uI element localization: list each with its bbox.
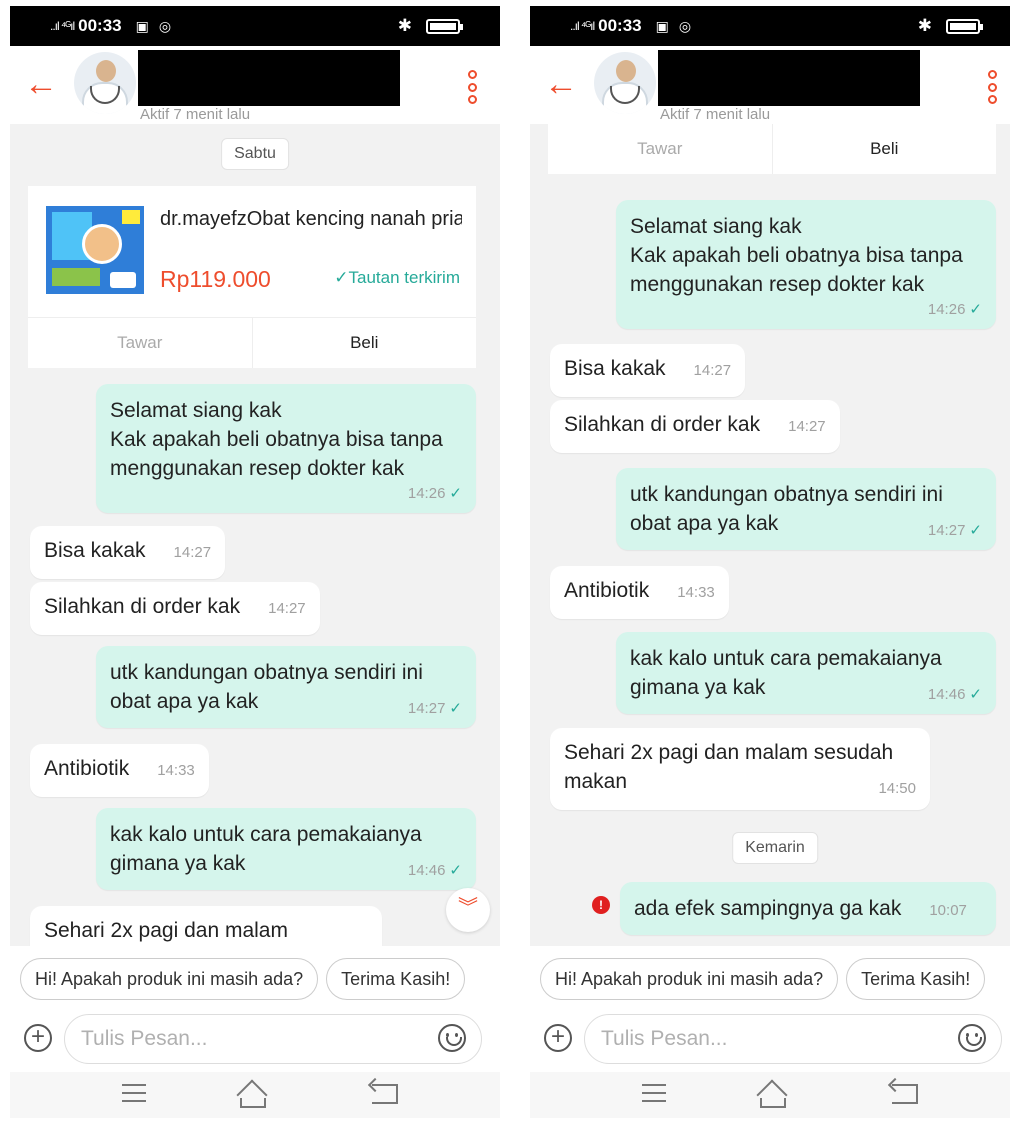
- signal-icon: ..ıl ⁴ᴳıl: [570, 19, 595, 33]
- message-bubble-incoming[interactable]: Bisa kakak 14:27: [550, 344, 746, 397]
- checkmark-icon: ✓: [449, 485, 462, 502]
- notification-icon: ▣: [655, 17, 669, 34]
- plus-circle-icon: +: [30, 1023, 45, 1050]
- buy-button[interactable]: Beli: [773, 124, 997, 174]
- quick-reply-chip[interactable]: Hi! Apakah produk ini masih ada?: [20, 958, 319, 1000]
- sync-icon: ◎: [678, 17, 692, 34]
- message-bubble-outgoing[interactable]: Selamat siang kak Kak apakah beli obatny…: [96, 384, 476, 513]
- add-attachment-button[interactable]: +: [24, 1024, 52, 1052]
- quick-reply-chip[interactable]: Hi! Apakah produk ini masih ada?: [540, 958, 839, 1000]
- message-bubble-incoming[interactable]: Sehari 2x pagi dan malam sesudah makan: [30, 906, 382, 946]
- back-nav-icon[interactable]: [892, 1084, 918, 1104]
- message-bubble-outgoing[interactable]: kak kalo untuk cara pemakaianya gimana y…: [96, 808, 476, 890]
- message-bubble-outgoing[interactable]: Selamat siang kak Kak apakah beli obatny…: [616, 200, 996, 329]
- avatar[interactable]: [594, 52, 656, 114]
- menu-icon[interactable]: [122, 1084, 146, 1102]
- plus-circle-icon: +: [550, 1023, 565, 1050]
- checkmark-icon: ✓: [969, 686, 982, 703]
- product-price: Rp119.000: [160, 266, 271, 292]
- message-bubble-incoming[interactable]: Bisa kakak 14:27: [30, 526, 226, 579]
- message-bubble-outgoing-failed[interactable]: ada efek sampingnya ga kak 10:07: [620, 882, 996, 935]
- contact-status: Aktif 7 menit lalu: [140, 106, 251, 122]
- chat-screen-right: ..ıl ⁴ᴳıl 00:33 ▣ ◎ ✱ ← Aktif 7 menit la…: [530, 6, 1010, 1118]
- message-composer: +: [530, 1012, 1010, 1072]
- message-input[interactable]: [64, 1014, 482, 1064]
- message-bubble-outgoing[interactable]: utk kandungan obatnya sendiri ini obat a…: [616, 468, 996, 550]
- status-time: 00:33: [78, 16, 122, 35]
- message-input[interactable]: [584, 1014, 1002, 1064]
- home-icon[interactable]: [756, 1079, 790, 1111]
- date-separator: Kemarin: [732, 832, 818, 864]
- message-composer: +: [10, 1012, 500, 1072]
- message-list[interactable]: Tawar Beli Selamat siang kak Kak apakah …: [530, 124, 1010, 946]
- signal-icon: ..ıl ⁴ᴳıl: [50, 19, 75, 33]
- scroll-to-bottom-button[interactable]: ︾: [446, 888, 490, 932]
- offer-button[interactable]: Tawar: [28, 318, 253, 368]
- vertical-dots-icon: [468, 70, 477, 79]
- message-bubble-incoming[interactable]: Silahkan di order kak 14:27: [30, 582, 320, 635]
- checkmark-icon: ✓: [449, 862, 462, 879]
- more-options-button[interactable]: [988, 70, 1000, 104]
- notification-icon: ▣: [135, 17, 149, 34]
- checkmark-icon: ✓: [969, 522, 982, 539]
- system-nav-bar: [10, 1072, 500, 1118]
- back-button[interactable]: ←: [544, 65, 580, 104]
- product-name[interactable]: dr.mayefzObat kencing nanah pria...: [160, 208, 462, 231]
- battery-icon: [946, 18, 983, 34]
- left-arrow-icon: ←: [544, 65, 578, 103]
- send-failed-icon[interactable]: !: [592, 896, 610, 914]
- back-nav-icon[interactable]: [372, 1084, 398, 1104]
- left-arrow-icon: ←: [24, 65, 58, 103]
- quick-replies-bar: Hi! Apakah produk ini masih ada? Terima K…: [530, 946, 1010, 1012]
- more-options-button[interactable]: [468, 70, 480, 104]
- redacted-contact-name: [138, 50, 400, 106]
- smiley-icon[interactable]: [438, 1024, 466, 1052]
- home-icon[interactable]: [236, 1079, 270, 1111]
- menu-icon[interactable]: [642, 1084, 666, 1102]
- redacted-contact-name: [658, 50, 920, 106]
- double-chevron-down-icon: ︾: [458, 897, 478, 919]
- chat-header: ← Aktif 7 menit lalu: [530, 46, 1010, 124]
- smiley-icon[interactable]: [958, 1024, 986, 1052]
- message-bubble-incoming[interactable]: Antibiotik 14:33: [30, 744, 209, 797]
- checkmark-icon: ✓: [969, 301, 982, 318]
- date-separator: Sabtu: [221, 138, 289, 170]
- message-bubble-incoming[interactable]: Silahkan di order kak 14:27: [550, 400, 840, 453]
- message-bubble-outgoing[interactable]: utk kandungan obatnya sendiri ini obat a…: [96, 646, 476, 728]
- status-time: 00:33: [598, 16, 642, 35]
- message-bubble-incoming[interactable]: Antibiotik 14:33: [550, 566, 729, 619]
- message-bubble-outgoing[interactable]: kak kalo untuk cara pemakaianya gimana y…: [616, 632, 996, 714]
- bluetooth-icon: ✱: [397, 16, 412, 35]
- offer-button[interactable]: Tawar: [548, 124, 773, 174]
- sync-icon: ◎: [158, 17, 172, 34]
- bluetooth-icon: ✱: [917, 16, 932, 35]
- quick-reply-chip[interactable]: Terima Kasih!: [326, 958, 466, 1000]
- avatar[interactable]: [74, 52, 136, 114]
- status-bar: ..ıl ⁴ᴳıl 00:33 ▣ ◎ ✱: [530, 6, 1010, 46]
- battery-icon: [426, 18, 463, 34]
- chat-header: ← Aktif 7 menit lalu: [10, 46, 500, 124]
- checkmark-icon: ✓: [449, 700, 462, 717]
- product-card[interactable]: dr.mayefzObat kencing nanah pria... Rp11…: [28, 186, 476, 368]
- system-nav-bar: [530, 1072, 1010, 1118]
- quick-reply-chip[interactable]: Terima Kasih!: [846, 958, 986, 1000]
- buy-button[interactable]: Beli: [253, 318, 477, 368]
- message-bubble-incoming[interactable]: Sehari 2x pagi dan malam sesudah makan 1…: [550, 728, 930, 810]
- add-attachment-button[interactable]: +: [544, 1024, 572, 1052]
- vertical-dots-icon: [988, 70, 997, 79]
- product-card[interactable]: Tawar Beli: [548, 124, 996, 174]
- product-thumbnail[interactable]: [46, 206, 144, 294]
- status-bar: ..ıl ⁴ᴳıl 00:33 ▣ ◎ ✱: [10, 6, 500, 46]
- link-sent-status: ✓Tautan terkirim: [334, 268, 460, 287]
- message-list[interactable]: Sabtu dr.mayefzObat kencing nanah pria..…: [10, 124, 500, 946]
- contact-status: Aktif 7 menit lalu: [660, 106, 771, 122]
- chat-screen-left: ..ıl ⁴ᴳıl 00:33 ▣ ◎ ✱ ← Aktif 7 menit la…: [10, 6, 500, 1118]
- quick-replies-bar: Hi! Apakah produk ini masih ada? Terima K…: [10, 946, 500, 1012]
- back-button[interactable]: ←: [24, 65, 60, 104]
